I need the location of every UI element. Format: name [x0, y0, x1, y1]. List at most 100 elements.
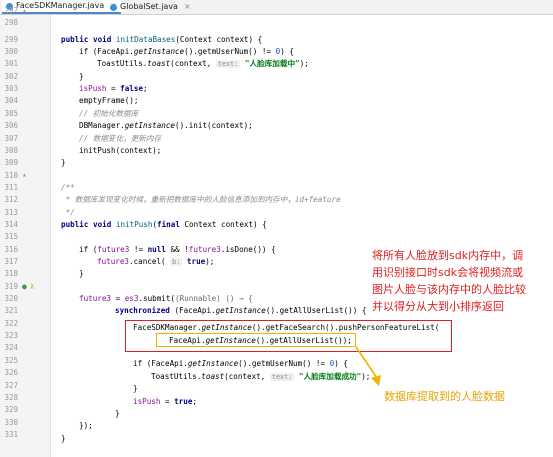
line-number: 297: [4, 6, 18, 15]
code-text: (context,: [224, 372, 270, 381]
close-icon[interactable]: ×: [184, 0, 191, 14]
fold-icon[interactable]: ▴: [22, 6, 27, 16]
field-name: isPush: [79, 84, 107, 93]
code-text: Context context) {: [184, 220, 267, 229]
code-comment: // 数据变化，更新内存: [79, 134, 162, 143]
code-text: .cancel(: [129, 257, 171, 266]
yellow-annotation-note: 数据库提取到的人脸数据: [384, 390, 505, 403]
code-line: });: [79, 421, 93, 430]
line-number: 320: [4, 294, 18, 303]
code-text: ().init(context);: [175, 121, 253, 130]
code-text: if (: [79, 245, 98, 254]
code-line: }: [79, 269, 84, 278]
code-text: ) {: [334, 359, 348, 368]
code-line: public void initDataBases(Context contex…: [61, 35, 262, 45]
code-line: DBManager.getInstance().init(context);: [79, 121, 253, 131]
method-name: initDataBases: [115, 35, 176, 44]
method-name: getInstance: [133, 47, 185, 56]
field-name: es3: [124, 294, 139, 303]
line-number: 310: [4, 171, 18, 180]
code-line: isPush = false;: [79, 84, 148, 94]
string-literal: "人脸库加载中": [244, 59, 300, 68]
code-comment: // 初始化数据库: [79, 109, 139, 118]
line-number: 301: [4, 59, 18, 68]
parameter-hint: text:: [215, 60, 241, 68]
keyword: true: [182, 257, 206, 266]
line-number: 318: [4, 269, 18, 278]
field-name: future3: [79, 294, 112, 303]
yellow-highlight-box: [156, 333, 356, 347]
keyword: null: [147, 245, 166, 254]
line-number: 326: [4, 368, 18, 377]
code-text: );: [361, 372, 371, 381]
code-line: future3.cancel( b: true);: [97, 257, 214, 267]
tab-facesdkmanager[interactable]: FaceSDKManager.java ×: [2, 0, 121, 14]
code-text: ().getAllUserList()) {: [265, 306, 367, 315]
code-text: .submit(: [138, 294, 176, 303]
run-marker-icon[interactable]: ●: [22, 282, 27, 292]
code-line: }: [115, 409, 120, 418]
tab-label: GlobalSet.java: [120, 2, 178, 11]
field-name: future3: [97, 257, 130, 266]
field-name: future3: [188, 245, 221, 254]
line-number: 315: [4, 232, 18, 241]
code-text: ().getmUserNum() !=: [184, 47, 276, 56]
line-number: 330: [4, 418, 18, 427]
line-number: 303: [4, 84, 18, 93]
line-number: 309: [4, 158, 18, 167]
code-text: ;: [192, 397, 198, 406]
code-text: ToastUtils.: [97, 59, 148, 68]
code-line: isPush = true;: [133, 397, 197, 407]
line-number: 311: [4, 183, 18, 192]
code-line: ToastUtils.toast(context, text: "人脸库加载中"…: [97, 59, 309, 69]
line-number: 325: [4, 356, 18, 365]
code-text: (Context context) {: [175, 35, 263, 44]
code-text: ToastUtils.: [151, 372, 202, 381]
keyword: synchronized: [115, 306, 170, 315]
lambda-text: (Runnable) () → {: [175, 294, 253, 303]
method-name: initPush: [115, 220, 153, 229]
code-line: }: [61, 158, 66, 167]
code-text: && !: [165, 245, 189, 254]
code-text: ;: [143, 84, 148, 93]
code-text: =: [111, 294, 125, 303]
method-name: toast: [147, 59, 171, 68]
doc-comment: */: [61, 208, 75, 217]
code-line: public void initPush(final Context conte…: [61, 220, 267, 230]
code-text: if (FaceApi.: [79, 47, 134, 56]
code-text: if (FaceApi.: [133, 359, 188, 368]
fold-icon[interactable]: ▴: [22, 170, 27, 180]
keyword: true: [174, 397, 193, 406]
code-text: );: [205, 257, 215, 266]
parameter-hint: text:: [269, 373, 295, 381]
line-number: 300: [4, 47, 18, 56]
code-line: }: [133, 384, 138, 393]
code-line: future3 = es3.submit((Runnable) () → {: [79, 294, 253, 304]
tab-globalset[interactable]: GlobalSet.java ×: [106, 0, 195, 14]
code-text: DBManager.: [79, 121, 125, 130]
java-file-icon: [110, 3, 117, 11]
tab-label: FaceSDKManager.java: [16, 1, 105, 10]
line-number: 305: [4, 109, 18, 118]
line-number: 323: [4, 331, 18, 340]
field-name: isPush: [133, 397, 161, 406]
method-name: getInstance: [187, 359, 239, 368]
code-line: }: [79, 72, 84, 81]
line-number: 314: [4, 220, 18, 229]
code-text: .isDone()) {: [220, 245, 276, 254]
code-line: synchronized (FaceApi.getInstance().getA…: [115, 306, 366, 316]
code-line: if (FaceApi.getInstance().getmUserNum() …: [79, 47, 294, 57]
line-number: 312: [4, 195, 18, 204]
code-line: if (FaceApi.getInstance().getmUserNum() …: [133, 359, 348, 369]
keyword: false: [120, 84, 144, 93]
code-line: if (future3 != null && !future3.isDone()…: [79, 245, 276, 255]
line-number: 331: [4, 430, 18, 439]
code-text: );: [299, 59, 309, 68]
editor-tab-bar: FaceSDKManager.java × GlobalSet.java ×: [0, 0, 553, 15]
code-line: emptyFrame();: [79, 96, 139, 105]
line-number: 329: [4, 405, 18, 414]
line-number: 317: [4, 257, 18, 266]
line-number: 324: [4, 343, 18, 352]
doc-comment: /**: [61, 183, 75, 192]
code-text: ) {: [280, 47, 294, 56]
